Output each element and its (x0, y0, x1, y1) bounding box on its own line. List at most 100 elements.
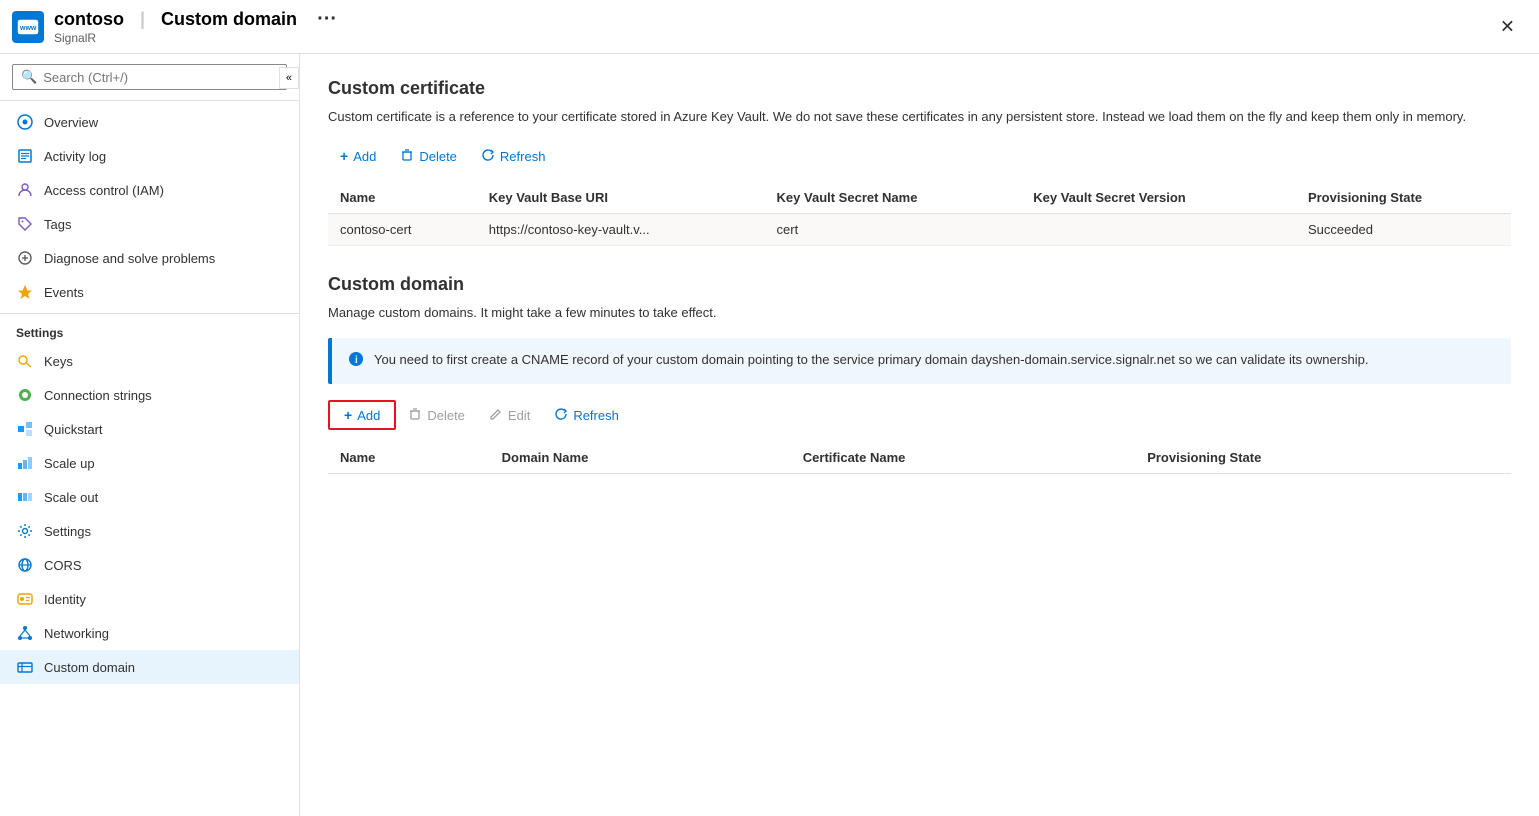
collapse-sidebar-button[interactable]: « (279, 67, 299, 89)
sidebar-item-settings[interactable]: Settings (0, 514, 299, 548)
sidebar-item-events[interactable]: Events (0, 275, 299, 309)
sidebar-item-access-control[interactable]: Access control (IAM) (0, 173, 299, 207)
quickstart-icon (16, 420, 34, 438)
sidebar-item-cors[interactable]: CORS (0, 548, 299, 582)
sidebar-item-identity[interactable]: Identity (0, 582, 299, 616)
sidebar-item-diagnose[interactable]: Diagnose and solve problems (0, 241, 299, 275)
plus-icon: + (344, 407, 352, 423)
svg-text:i: i (355, 355, 358, 366)
domain-delete-button[interactable]: Delete (396, 402, 477, 429)
title-text: contoso | Custom domain ··· SignalR (54, 8, 337, 45)
page-name: Custom domain (161, 9, 297, 30)
plus-icon: + (340, 148, 348, 164)
cert-refresh-button[interactable]: Refresh (469, 143, 558, 170)
domain-add-button[interactable]: + Add (338, 405, 386, 425)
keys-icon (16, 352, 34, 370)
events-icon (16, 283, 34, 301)
domain-edit-label: Edit (508, 408, 530, 423)
sidebar-nav: Overview Activity log Access control (IA… (0, 101, 299, 816)
sidebar-item-label: Custom domain (44, 660, 135, 675)
cert-refresh-label: Refresh (500, 149, 546, 164)
sidebar-item-label: Keys (44, 354, 73, 369)
cert-row-secretname: cert (765, 213, 1022, 245)
sidebar-item-networking[interactable]: Networking (0, 616, 299, 650)
sidebar-item-label: Connection strings (44, 388, 152, 403)
trash-icon (408, 407, 422, 424)
domain-col-state: Provisioning State (1135, 442, 1511, 474)
cert-row-name: contoso-cert (328, 213, 477, 245)
content-area: Custom certificate Custom certificate is… (300, 54, 1539, 816)
main-layout: 🔍 « Overview Activity log (0, 54, 1539, 816)
sidebar-item-label: Scale up (44, 456, 95, 471)
sidebar-item-label: Access control (IAM) (44, 183, 164, 198)
domain-info-box: i You need to first create a CNAME recor… (328, 338, 1511, 384)
domain-col-name: Name (328, 442, 490, 474)
domain-add-label: Add (357, 408, 380, 423)
trash-icon (400, 148, 414, 165)
sidebar-item-label: Identity (44, 592, 86, 607)
domain-table: Name Domain Name Certificate Name Provis… (328, 442, 1511, 474)
search-box[interactable]: 🔍 (12, 64, 287, 90)
domain-section: Custom domain Manage custom domains. It … (328, 274, 1511, 475)
app-icon: www (12, 11, 44, 43)
refresh-icon (481, 148, 495, 165)
cert-delete-label: Delete (419, 149, 457, 164)
domain-add-button-highlight: + Add (328, 400, 396, 430)
search-input[interactable] (43, 70, 278, 85)
table-row[interactable]: contoso-cert https://contoso-key-vault.v… (328, 213, 1511, 245)
cert-table: Name Key Vault Base URI Key Vault Secret… (328, 182, 1511, 246)
cert-col-kvuri: Key Vault Base URI (477, 182, 765, 214)
cors-icon (16, 556, 34, 574)
cert-col-secretver: Key Vault Secret Version (1021, 182, 1296, 214)
sidebar-item-scale-out[interactable]: Scale out (0, 480, 299, 514)
access-control-icon (16, 181, 34, 199)
app-name: contoso (54, 9, 124, 30)
cert-row-secretver (1021, 213, 1296, 245)
domain-col-certname: Certificate Name (791, 442, 1135, 474)
cert-row-state: Succeeded (1296, 213, 1511, 245)
sidebar-item-quickstart[interactable]: Quickstart (0, 412, 299, 446)
title-divider: | (140, 9, 145, 30)
sidebar-item-label: Events (44, 285, 84, 300)
cert-add-button[interactable]: + Add (328, 143, 388, 169)
sidebar-item-keys[interactable]: Keys (0, 344, 299, 378)
scale-up-icon (16, 454, 34, 472)
info-icon: i (348, 351, 364, 372)
domain-info-text: You need to first create a CNAME record … (374, 350, 1369, 370)
cert-row-kvuri: https://contoso-key-vault.v... (477, 213, 765, 245)
networking-icon (16, 624, 34, 642)
cert-col-name: Name (328, 182, 477, 214)
connection-strings-icon (16, 386, 34, 404)
activity-log-icon (16, 147, 34, 165)
domain-edit-button[interactable]: Edit (477, 402, 542, 429)
domain-section-title: Custom domain (328, 274, 1511, 295)
cert-toolbar: + Add Delete Refresh (328, 143, 1511, 170)
cert-section: Custom certificate Custom certificate is… (328, 78, 1511, 246)
svg-text:www: www (19, 25, 37, 32)
sidebar-search-container: 🔍 (0, 54, 299, 101)
more-options-button[interactable]: ··· (317, 8, 337, 31)
identity-icon (16, 590, 34, 608)
sidebar-item-label: CORS (44, 558, 82, 573)
edit-icon (489, 407, 503, 424)
custom-domain-icon (16, 658, 34, 676)
title-bar: www contoso | Custom domain ··· SignalR … (0, 0, 1539, 54)
domain-section-desc: Manage custom domains. It might take a f… (328, 303, 1511, 323)
sidebar-item-activity-log[interactable]: Activity log (0, 139, 299, 173)
sidebar-item-connection-strings[interactable]: Connection strings (0, 378, 299, 412)
sidebar-item-label: Scale out (44, 490, 98, 505)
search-icon: 🔍 (21, 69, 37, 85)
close-button[interactable]: ✕ (1492, 12, 1523, 41)
sidebar-item-scale-up[interactable]: Scale up (0, 446, 299, 480)
sidebar: 🔍 « Overview Activity log (0, 54, 300, 816)
sidebar-item-overview[interactable]: Overview (0, 105, 299, 139)
cert-add-label: Add (353, 149, 376, 164)
cert-delete-button[interactable]: Delete (388, 143, 469, 170)
cert-section-desc: Custom certificate is a reference to you… (328, 107, 1511, 127)
settings-section-label: Settings (0, 313, 299, 344)
sidebar-item-tags[interactable]: Tags (0, 207, 299, 241)
sidebar-item-label: Networking (44, 626, 109, 641)
cert-col-secretname: Key Vault Secret Name (765, 182, 1022, 214)
sidebar-item-custom-domain[interactable]: Custom domain (0, 650, 299, 684)
domain-refresh-button[interactable]: Refresh (542, 402, 631, 429)
